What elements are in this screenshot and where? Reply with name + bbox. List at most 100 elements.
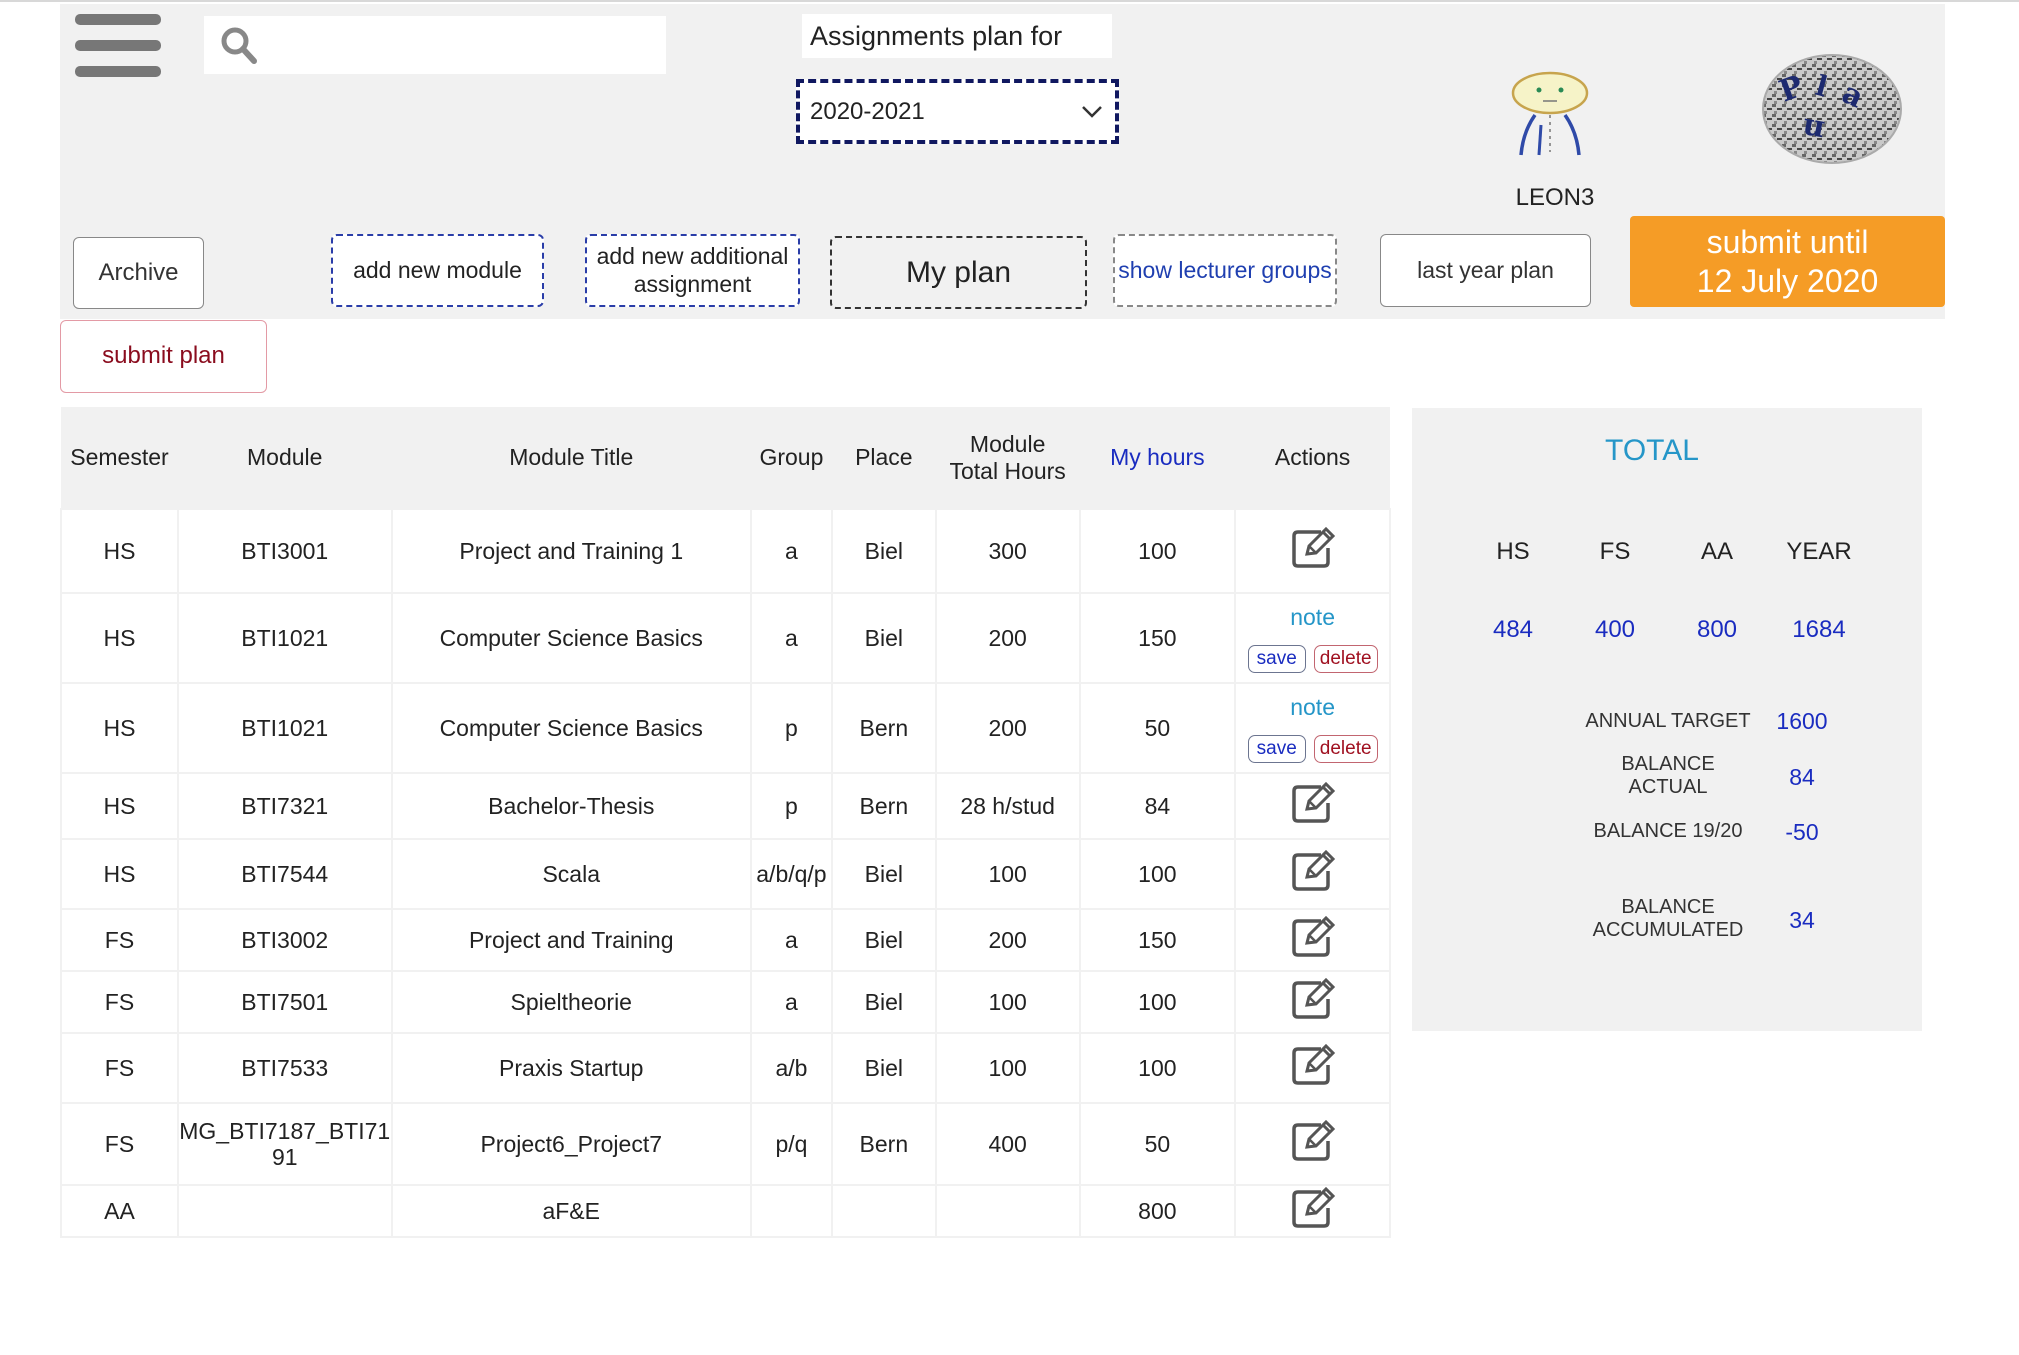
col-total-hours-line2: Total Hours	[949, 457, 1066, 484]
cell-module	[176, 1184, 393, 1238]
search-input[interactable]	[264, 22, 658, 68]
cell-actions	[1234, 908, 1391, 972]
cell-semester: FS	[60, 1032, 179, 1104]
cell-module-title: Praxis Startup	[390, 1032, 752, 1104]
cell-semester: FS	[60, 970, 179, 1034]
add-additional-assignment-button[interactable]: add new additional assignment	[585, 234, 800, 307]
cell-module: BTI7501	[176, 970, 393, 1034]
add-module-button[interactable]: add new module	[331, 234, 544, 307]
cell-semester: HS	[60, 772, 179, 840]
submit-plan-button[interactable]: submit plan	[60, 320, 267, 393]
assignments-table: Semester Module Module Title Group Place…	[60, 407, 1391, 1238]
cell-total-hours: 200	[934, 682, 1081, 774]
col-actions: Actions	[1235, 407, 1390, 509]
balance-prev-value: -50	[1785, 819, 1819, 845]
col-place[interactable]: Place	[831, 407, 936, 509]
balance-actual-label: BALANCE ACTUAL	[1621, 753, 1715, 798]
cell-total-hours: 100	[934, 838, 1081, 910]
edit-icon[interactable]	[1290, 781, 1336, 831]
delete-button[interactable]: delete	[1313, 644, 1378, 673]
show-lecturer-groups-button[interactable]: show lecturer groups	[1113, 234, 1337, 307]
annual-target-label: ANNUAL TARGET	[1585, 710, 1751, 732]
search-box[interactable]	[204, 16, 666, 74]
user-avatar-icon[interactable]	[1505, 70, 1595, 160]
cell-group: p	[749, 682, 833, 774]
cell-my-hours: 50	[1078, 682, 1237, 774]
submit-deadline-button[interactable]: submit until 12 July 2020	[1630, 216, 1945, 307]
cell-actions	[1234, 772, 1391, 840]
totals-aa-value: 800	[1696, 616, 1738, 643]
col-my-hours[interactable]: My hours	[1079, 407, 1236, 509]
col-group[interactable]: Group	[750, 407, 832, 509]
table-row: HS BTI3001 Project and Training 1 a Biel 300 1…	[60, 508, 1391, 594]
col-module[interactable]: Module	[177, 407, 392, 509]
submit-deadline-line1: submit until	[1706, 224, 1869, 261]
totals-hs-value: 484	[1492, 616, 1534, 643]
edit-icon[interactable]	[1290, 526, 1336, 576]
cell-module-title: Computer Science Basics	[390, 682, 752, 774]
cell-actions	[1234, 970, 1391, 1034]
cell-module: BTI7321	[176, 772, 393, 840]
cell-module-title: Spieltheorie	[390, 970, 752, 1034]
submit-deadline-line2: 12 July 2020	[1696, 262, 1879, 299]
col-total-hours[interactable]: Module Total Hours	[935, 407, 1080, 509]
cell-my-hours: 50	[1078, 1102, 1237, 1186]
cell-group: a	[749, 592, 833, 684]
top-border	[0, 0, 2019, 2]
chevron-down-icon	[1082, 106, 1102, 118]
username: LEON3	[1515, 184, 1595, 211]
col-module-title[interactable]: Module Title	[391, 407, 751, 509]
cell-group	[749, 1184, 833, 1238]
table-row: FS MG_BTI7187_BTI7191 Project6_Project7 p/q…	[60, 1102, 1391, 1186]
edit-icon[interactable]	[1290, 1043, 1336, 1093]
last-year-plan-button[interactable]: last year plan	[1380, 234, 1591, 307]
search-icon	[221, 27, 257, 64]
table-row: FS BTI3002 Project and Training a Biel 200 150	[60, 908, 1391, 972]
archive-button[interactable]: Archive	[73, 237, 204, 309]
edit-icon[interactable]	[1290, 977, 1336, 1027]
delete-button[interactable]: delete	[1313, 734, 1378, 763]
totals-fs-header: FS	[1599, 538, 1631, 565]
year-select-value: 2020-2021	[810, 98, 925, 125]
cell-module: BTI1021	[176, 592, 393, 684]
cell-semester: HS	[60, 838, 179, 910]
cell-total-hours: 28 h/stud	[934, 772, 1081, 840]
totals-title: TOTAL	[1605, 434, 1699, 467]
edit-icon[interactable]	[1290, 1119, 1336, 1169]
balance-accumulated-label: BALANCE ACCUMULATED	[1592, 896, 1744, 941]
cell-actions	[1234, 1032, 1391, 1104]
cell-module: BTI7533	[176, 1032, 393, 1104]
cell-my-hours: 100	[1078, 1032, 1237, 1104]
edit-icon[interactable]	[1290, 915, 1336, 965]
totals-year-header: YEAR	[1786, 538, 1852, 565]
edit-icon[interactable]	[1290, 1186, 1336, 1236]
cell-actions	[1234, 1102, 1391, 1186]
save-button[interactable]: save	[1247, 734, 1306, 763]
menu-icon[interactable]	[75, 14, 161, 80]
cell-module-title: aF&E	[390, 1184, 752, 1238]
col-semester[interactable]: Semester	[61, 407, 178, 509]
my-plan-button[interactable]: My plan	[830, 236, 1087, 309]
cell-total-hours: 200	[934, 908, 1081, 972]
annual-target-value: 1600	[1776, 708, 1828, 734]
year-select[interactable]: 2020-2021	[796, 79, 1119, 144]
save-button[interactable]: save	[1247, 644, 1306, 673]
note-link[interactable]: note	[1236, 694, 1389, 721]
cell-place: Biel	[830, 1032, 937, 1104]
plan-logo: P l a n	[1762, 54, 1902, 164]
cell-actions	[1234, 508, 1391, 594]
cell-total-hours: 400	[934, 1102, 1081, 1186]
note-link[interactable]: note	[1236, 604, 1389, 631]
totals-hs-header: HS	[1496, 538, 1530, 565]
totals-fs-value: 400	[1594, 616, 1636, 643]
cell-total-hours: 100	[934, 970, 1081, 1034]
cell-module-title: Scala	[390, 838, 752, 910]
cell-semester: HS	[60, 682, 179, 774]
cell-my-hours: 150	[1078, 592, 1237, 684]
edit-icon[interactable]	[1290, 849, 1336, 899]
cell-semester: FS	[60, 1102, 179, 1186]
cell-semester: FS	[60, 908, 179, 972]
balance-prev-label: BALANCE 19/20	[1593, 820, 1743, 842]
cell-actions	[1234, 1184, 1391, 1238]
cell-total-hours: 300	[934, 508, 1081, 594]
